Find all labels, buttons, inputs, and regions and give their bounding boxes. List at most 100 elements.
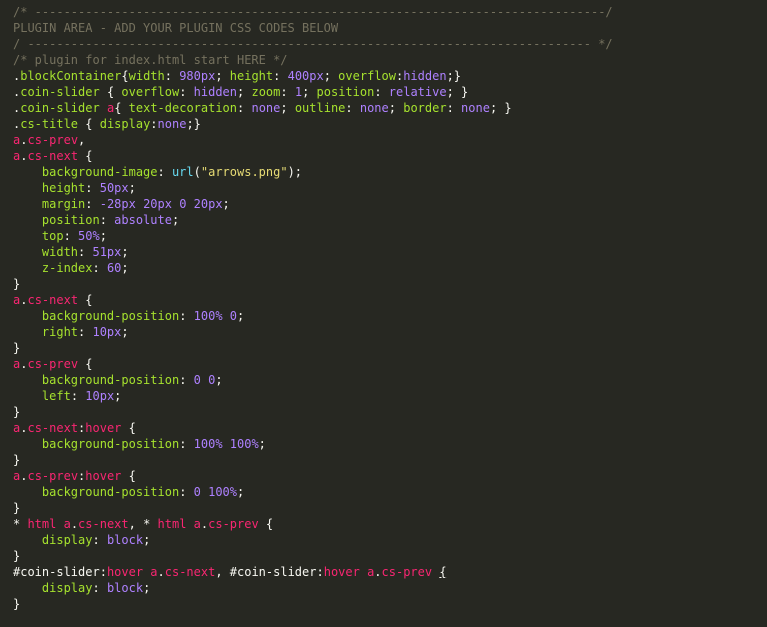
- code-token: none: [359, 101, 389, 115]
- code-line[interactable]: background-position: 0 100%;: [13, 484, 767, 500]
- code-line[interactable]: background-position: 0 0;: [13, 372, 767, 388]
- code-token: cs-next: [78, 517, 129, 531]
- code-token: ;: [237, 85, 252, 99]
- code-token: }: [13, 341, 21, 355]
- code-token: :: [92, 581, 107, 595]
- code-token: ;: [114, 389, 122, 403]
- code-line[interactable]: }: [13, 452, 767, 468]
- code-line[interactable]: .coin-slider a{ text-decoration: none; o…: [13, 100, 767, 116]
- code-token: hover: [85, 469, 122, 483]
- code-line[interactable]: .blockContainer{width: 980px; height: 40…: [13, 68, 767, 84]
- code-token: html a: [157, 517, 201, 531]
- code-token: position: [316, 85, 375, 99]
- code-line[interactable]: background-position: 100% 0;: [13, 308, 767, 324]
- code-token: ;}: [186, 117, 201, 131]
- code-line[interactable]: a.cs-prev {: [13, 356, 767, 372]
- code-line[interactable]: }: [13, 340, 767, 356]
- code-token: :: [92, 261, 107, 275]
- code-line[interactable]: }: [13, 548, 767, 564]
- code-line[interactable]: }: [13, 596, 767, 612]
- code-token: height: [229, 69, 274, 83]
- code-token: ;: [143, 581, 151, 595]
- code-token: }: [13, 405, 21, 419]
- code-token: ;: [258, 437, 266, 451]
- code-line[interactable]: PLUGIN AREA - ADD YOUR PLUGIN CSS CODES …: [13, 20, 767, 36]
- code-token: cs-prev: [208, 517, 259, 531]
- code-token: coin-slider: [20, 101, 100, 115]
- code-token: .: [374, 565, 382, 579]
- code-token: width: [128, 69, 165, 83]
- code-line[interactable]: top: 50%;: [13, 228, 767, 244]
- code-token: }: [13, 597, 21, 611]
- code-line[interactable]: /* -------------------------------------…: [13, 4, 767, 20]
- code-line[interactable]: background-position: 100% 100%;: [13, 436, 767, 452]
- code-line[interactable]: / --------------------------------------…: [13, 36, 767, 52]
- code-line[interactable]: margin: -28px 20px 0 20px;: [13, 196, 767, 212]
- code-token: block: [106, 533, 144, 547]
- code-token: top: [41, 229, 64, 243]
- code-line[interactable]: }: [13, 404, 767, 420]
- code-line[interactable]: right: 10px;: [13, 324, 767, 340]
- code-line[interactable]: a.cs-next:hover {: [13, 420, 767, 436]
- code-token: ; }: [446, 85, 469, 99]
- code-line[interactable]: position: absolute;: [13, 212, 767, 228]
- code-line[interactable]: * html a.cs-next, * html a.cs-prev {: [13, 516, 767, 532]
- code-token: {: [78, 293, 93, 307]
- code-line[interactable]: }: [13, 500, 767, 516]
- code-token: ; }: [489, 101, 512, 115]
- code-line[interactable]: #coin-slider:hover a.cs-next, #coin-slid…: [13, 564, 767, 580]
- code-line[interactable]: a.cs-next {: [13, 292, 767, 308]
- code-line[interactable]: background-image: url("arrows.png");: [13, 164, 767, 180]
- code-token: }: [13, 453, 21, 467]
- code-token: border: [403, 101, 447, 115]
- code-token: 51px: [92, 245, 122, 259]
- code-line[interactable]: display: block;: [13, 532, 767, 548]
- code-token: url: [171, 165, 194, 179]
- code-token: hidden: [193, 85, 238, 99]
- code-editor[interactable]: /* -------------------------------------…: [0, 0, 767, 627]
- code-token: 10px: [85, 389, 115, 403]
- code-line[interactable]: left: 10px;: [13, 388, 767, 404]
- code-line[interactable]: height: 50px;: [13, 180, 767, 196]
- code-token: .: [70, 517, 79, 531]
- code-line[interactable]: .cs-title { display:none;}: [13, 116, 767, 132]
- code-token: :: [85, 197, 100, 211]
- code-token: :: [63, 229, 79, 243]
- code-line[interactable]: display: block;: [13, 580, 767, 596]
- code-token: 50px: [99, 181, 129, 195]
- code-token: background-position: [41, 309, 180, 323]
- code-line[interactable]: }: [13, 276, 767, 292]
- code-token: text-decoration: [128, 101, 238, 115]
- code-token: :: [280, 85, 295, 99]
- code-line[interactable]: /* plugin for index.html start HERE */: [13, 52, 767, 68]
- code-token: relative: [388, 85, 447, 99]
- code-line[interactable]: a.cs-next {: [13, 148, 767, 164]
- code-line[interactable]: .coin-slider { overflow: hidden; zoom: 1…: [13, 84, 767, 100]
- code-token: ;: [302, 85, 317, 99]
- code-token: cs-next: [27, 421, 79, 435]
- code-token: /* -------------------------------------…: [13, 5, 613, 19]
- code-token: hover a: [106, 565, 158, 579]
- code-line[interactable]: a.cs-prev:hover {: [13, 468, 767, 484]
- code-token: #coin-slider: [13, 565, 100, 579]
- code-token: :: [316, 565, 324, 579]
- code-token: left: [41, 389, 71, 403]
- code-token: );: [287, 165, 303, 179]
- code-token: {: [121, 421, 136, 435]
- code-token: hover: [85, 421, 122, 435]
- code-token: cs-prev: [27, 469, 79, 483]
- code-token: {: [78, 149, 93, 163]
- code-token: }: [13, 501, 21, 515]
- code-token: :: [345, 101, 360, 115]
- code-token: none: [251, 101, 281, 115]
- code-line[interactable]: z-index: 60;: [13, 260, 767, 276]
- code-line[interactable]: a.cs-prev,: [13, 132, 767, 148]
- code-token: :: [179, 85, 194, 99]
- code-line[interactable]: width: 51px;: [13, 244, 767, 260]
- code-token: / --------------------------------------…: [13, 37, 613, 51]
